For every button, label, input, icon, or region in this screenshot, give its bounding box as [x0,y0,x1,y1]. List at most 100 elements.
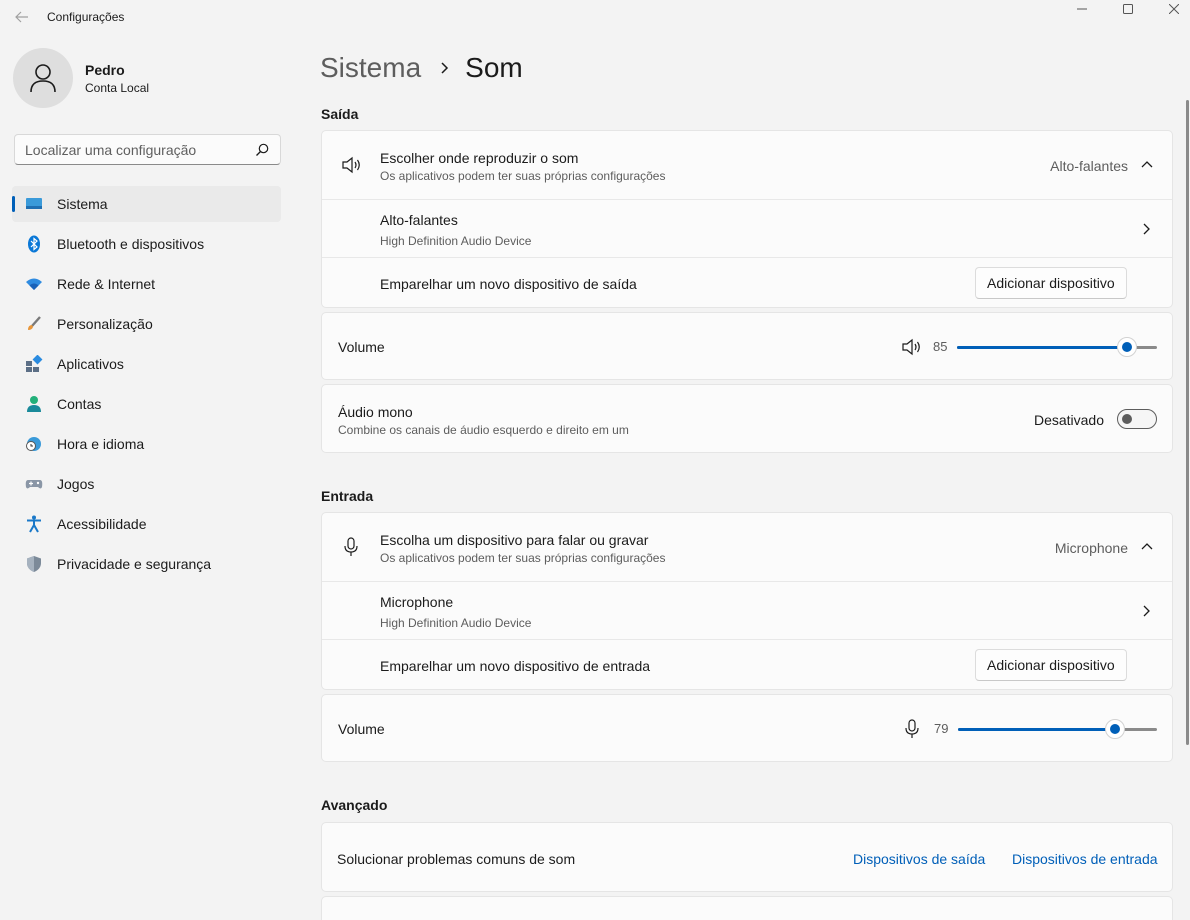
troubleshoot-label: Solucionar problemas comuns de som [337,851,576,867]
sidebar-item-hora-idioma[interactable]: Hora e idioma [12,426,281,462]
sidebar-item-label: Bluetooth e dispositivos [57,236,205,252]
section-title-advanced: Avançado [321,797,388,813]
section-title-input: Entrada [321,488,374,504]
maximize-button[interactable] [1105,0,1151,18]
apps-icon [24,354,44,374]
search-input[interactable] [15,135,235,164]
output-selected-device: Alto-falantes [1050,158,1128,174]
shield-icon [24,554,44,574]
brush-icon [24,314,44,334]
sidebar-item-label: Sistema [57,196,108,212]
sidebar-item-contas[interactable]: Contas [12,386,281,422]
input-device-row[interactable]: Microphone High Definition Audio Device [322,582,1172,639]
avatar [13,48,73,108]
sidebar-item-label: Aplicativos [57,356,124,372]
add-output-device-button[interactable]: Adicionar dispositivo [975,267,1127,299]
person-icon [30,64,56,93]
breadcrumb: Sistema Som [320,50,523,86]
page-title: Som [465,52,523,83]
system-icon [24,194,44,214]
back-arrow-icon[interactable] [8,4,36,30]
bluetooth-icon [24,234,44,254]
sidebar-item-privacidade[interactable]: Privacidade e segurança [12,546,281,582]
mono-audio-state: Desativado [1033,412,1104,428]
wifi-icon [24,274,44,294]
input-device-sub: High Definition Audio Device [380,616,532,630]
chevron-right-icon [1143,223,1150,235]
chevron-right-icon [441,62,449,74]
sidebar-item-sistema[interactable]: Sistema [12,186,281,222]
close-button[interactable] [1151,0,1190,18]
input-pair-row: Emparelhar um novo dispositivo de entrad… [322,640,1172,690]
sidebar-item-label: Rede & Internet [57,276,156,292]
profile-name: Pedro [85,61,125,78]
output-device-card: Escolher onde reproduzir o som Os aplica… [321,130,1173,308]
mono-audio-subtitle: Combine os canais de áudio esquerdo e di… [338,423,629,437]
output-choose-title: Escolher onde reproduzir o som [380,150,579,166]
sidebar-item-rede[interactable]: Rede & Internet [12,266,281,302]
sidebar-item-aplicativos[interactable]: Aplicativos [12,346,281,382]
input-choose-row[interactable]: Escolha um dispositivo para falar ou gra… [322,513,1172,581]
chevron-right-icon [1143,605,1150,617]
person-icon [24,394,44,414]
output-choose-row[interactable]: Escolher onde reproduzir o som Os aplica… [322,131,1172,199]
mono-audio-card: Áudio mono Combine os canais de áudio es… [321,384,1173,453]
output-device-sub: High Definition Audio Device [380,234,532,248]
output-volume-label: Volume [338,339,385,355]
slider-fill [958,728,1116,731]
sidebar-nav: Sistema Bluetooth e dispositivos Rede & … [12,186,281,586]
output-volume-value: 85 [933,339,948,354]
user-profile[interactable]: Pedro Conta Local [13,48,149,108]
input-device-name: Microphone [380,594,454,610]
chevron-up-icon[interactable] [1140,158,1154,172]
output-pair-row: Emparelhar um novo dispositivo de saída … [322,258,1172,308]
minimize-button[interactable] [1059,0,1105,18]
sidebar-item-acessibilidade[interactable]: Acessibilidade [12,506,281,542]
input-selected-device: Microphone [1054,540,1128,556]
input-choose-title: Escolha um dispositivo para falar ou gra… [380,532,649,548]
title-bar: Configurações [0,0,1190,34]
input-device-card: Escolha um dispositivo para falar ou gra… [321,512,1173,690]
troubleshoot-card: Solucionar problemas comuns de som Dispo… [321,822,1173,892]
scrollbar[interactable] [1186,100,1189,745]
search-box[interactable] [14,134,281,165]
speaker-icon [342,156,360,174]
slider-thumb[interactable] [1117,337,1137,357]
output-devices-link[interactable]: Dispositivos de saída [853,851,985,867]
search-icon[interactable] [254,142,270,158]
input-choose-subtitle: Os aplicativos podem ter suas próprias c… [380,551,666,565]
output-device-row[interactable]: Alto-falantes High Definition Audio Devi… [322,200,1172,257]
sidebar-item-jogos[interactable]: Jogos [12,466,281,502]
sidebar-item-label: Contas [57,396,102,412]
globe-clock-icon [24,434,44,454]
output-volume-card: Volume 85 [321,312,1173,380]
sidebar-item-personalizacao[interactable]: Personalização [12,306,281,342]
breadcrumb-parent[interactable]: Sistema [320,52,421,84]
input-volume-card: Volume 79 [321,694,1173,762]
mono-audio-toggle[interactable] [1117,409,1157,429]
output-pair-label: Emparelhar um novo dispositivo de saída [380,276,637,292]
gamepad-icon [24,474,44,494]
sidebar-item-label: Acessibilidade [57,516,147,532]
sidebar-item-bluetooth[interactable]: Bluetooth e dispositivos [12,226,281,262]
microphone-icon[interactable] [901,718,923,740]
input-volume-slider[interactable] [958,719,1157,739]
accessibility-icon [24,514,44,534]
sidebar-item-label: Personalização [57,316,153,332]
output-volume-slider[interactable] [957,337,1157,357]
input-devices-link[interactable]: Dispositivos de entrada [1012,851,1158,867]
next-card[interactable] [321,896,1173,920]
add-input-device-button[interactable]: Adicionar dispositivo [975,649,1127,681]
output-device-name: Alto-falantes [380,212,458,228]
chevron-up-icon[interactable] [1140,540,1154,554]
input-volume-label: Volume [338,721,385,737]
section-title-output: Saída [321,106,359,122]
input-pair-label: Emparelhar um novo dispositivo de entrad… [380,658,651,674]
slider-thumb[interactable] [1105,719,1126,739]
app-title: Configurações [47,10,125,24]
toggle-knob [1122,414,1132,424]
sidebar-item-label: Privacidade e segurança [57,556,212,572]
speaker-icon[interactable] [900,336,922,358]
sidebar-item-label: Jogos [57,476,95,492]
sidebar-item-label: Hora e idioma [57,436,145,452]
